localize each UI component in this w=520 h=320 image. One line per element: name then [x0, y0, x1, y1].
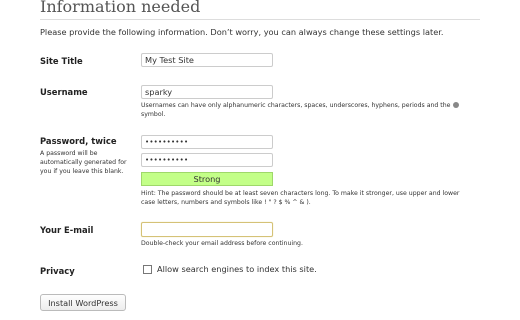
password-hint-line1: Hint: The password should be at least se… — [141, 190, 460, 197]
privacy-label: Privacy — [40, 266, 75, 276]
password-input-1[interactable] — [141, 135, 273, 149]
password-input-2[interactable] — [141, 153, 273, 167]
username-help-line1: Usernames can have only alphanumeric cha… — [141, 102, 451, 109]
email-label: Your E-mail — [40, 225, 94, 235]
password-hint: Hint: The password should be at least se… — [141, 189, 459, 207]
email-help: Double-check your email address before c… — [141, 240, 303, 247]
search-engine-visibility-checkbox[interactable] — [143, 265, 152, 274]
username-help-line2: symbol. — [141, 111, 166, 118]
password-label: Password, twice — [40, 136, 117, 146]
at-symbol-icon — [453, 102, 460, 108]
username-input[interactable] — [141, 85, 273, 99]
username-help: Usernames can have only alphanumeric cha… — [141, 101, 460, 119]
username-label: Username — [40, 87, 88, 97]
password-note: A password will be automatically generat… — [40, 150, 127, 175]
password-strength-indicator: Strong — [141, 172, 273, 186]
intro-text: Please provide the following information… — [40, 27, 444, 37]
page-title: Information needed — [40, 0, 201, 16]
password-hint-line2: case letters, numbers and symbols like !… — [141, 199, 311, 206]
site-title-label: Site Title — [40, 56, 83, 66]
search-engine-visibility-label[interactable]: Allow search engines to index this site. — [157, 264, 317, 274]
email-input[interactable] — [141, 222, 273, 237]
title-divider — [40, 19, 480, 20]
site-title-input[interactable] — [141, 53, 273, 67]
install-wordpress-button[interactable]: Install WordPress — [40, 294, 126, 311]
